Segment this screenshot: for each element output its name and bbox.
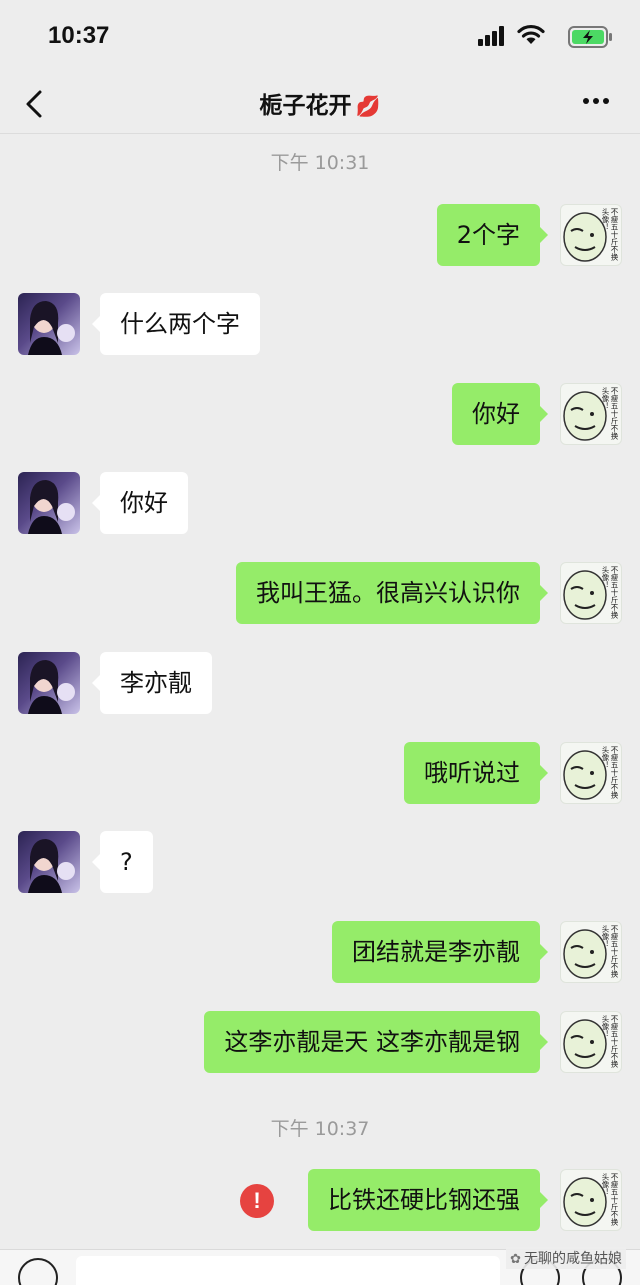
message-bubble-sent[interactable]: 比铁还硬比钢还强	[308, 1169, 548, 1231]
message-bubble-received[interactable]: 李亦靓	[92, 652, 212, 714]
message-bubble-sent[interactable]: 这李亦靓是天 这李亦靓是钢	[204, 1011, 548, 1073]
contact-avatar[interactable]	[18, 472, 80, 534]
girl-photo-avatar-icon	[28, 839, 75, 893]
contact-avatar[interactable]	[18, 831, 80, 893]
battery-charging-icon	[568, 26, 612, 48]
message-bubble-received[interactable]: 你好	[92, 472, 188, 534]
message-sent-failed: ! 比铁还硬比钢还强 不瘦五十斤不换头像！	[0, 1169, 640, 1235]
message-sent: 这李亦靓是天 这李亦靓是钢 不瘦五十斤不换头像！	[0, 1011, 640, 1077]
send-failed-icon[interactable]: !	[240, 1184, 274, 1218]
avatar-caption: 不瘦五十斤不换头像！	[601, 746, 619, 799]
message-bubble-received[interactable]: ?	[92, 831, 153, 893]
message-bubble-sent[interactable]: 你好	[452, 383, 548, 445]
message-received: 你好	[0, 472, 640, 538]
my-avatar[interactable]: 不瘦五十斤不换头像！	[560, 383, 622, 445]
my-avatar[interactable]: 不瘦五十斤不换头像！	[560, 1011, 622, 1073]
my-avatar[interactable]: 不瘦五十斤不换头像！	[560, 921, 622, 983]
avatar-caption: 不瘦五十斤不换头像！	[601, 387, 619, 440]
my-avatar[interactable]: 不瘦五十斤不换头像！	[560, 562, 622, 624]
nav-bar: 栀子花开 💋	[0, 72, 640, 134]
signal-icon	[478, 26, 504, 46]
my-avatar[interactable]: 不瘦五十斤不换头像！	[560, 742, 622, 804]
chat-title: 栀子花开 💋	[0, 86, 640, 120]
message-bubble-received[interactable]: 什么两个字	[92, 293, 260, 355]
status-icons	[414, 24, 614, 48]
message-bubble-sent[interactable]: 团结就是李亦靓	[332, 921, 548, 983]
message-sent: 团结就是李亦靓 不瘦五十斤不换头像！	[0, 921, 640, 987]
avatar-caption: 不瘦五十斤不换头像！	[601, 566, 619, 619]
avatar-caption: 不瘦五十斤不换头像！	[601, 925, 619, 978]
more-button[interactable]	[576, 86, 616, 116]
contact-avatar[interactable]	[18, 293, 80, 355]
wifi-icon	[517, 24, 545, 44]
message-list[interactable]: 下午 10:31 2个字 不瘦五十斤不换头像！ 什么两个字 你好 不瘦五十斤不换…	[0, 134, 640, 1249]
my-avatar[interactable]: 不瘦五十斤不换头像！	[560, 1169, 622, 1231]
avatar-caption: 不瘦五十斤不换头像！	[601, 1015, 619, 1068]
girl-photo-avatar-icon	[28, 301, 75, 355]
message-sent: 2个字 不瘦五十斤不换头像！	[0, 204, 640, 270]
timestamp: 下午 10:37	[270, 1118, 370, 1140]
my-avatar[interactable]: 不瘦五十斤不换头像！	[560, 204, 622, 266]
timestamp: 下午 10:31	[270, 152, 370, 174]
message-received: 什么两个字	[0, 293, 640, 359]
chat-title-text: 栀子花开	[259, 93, 352, 119]
message-bubble-sent[interactable]: 我叫王猛。很高兴认识你	[236, 562, 548, 624]
message-received: 李亦靓	[0, 652, 640, 718]
avatar-caption: 不瘦五十斤不换头像！	[601, 1173, 619, 1226]
contact-avatar[interactable]	[18, 652, 80, 714]
lips-emoji-icon: 💋	[355, 94, 381, 118]
wechat-icon: ✿	[510, 1252, 521, 1267]
avatar-caption: 不瘦五十斤不换头像！	[601, 208, 619, 261]
message-sent: 你好 不瘦五十斤不换头像！	[0, 383, 640, 449]
girl-photo-avatar-icon	[28, 480, 75, 534]
message-received: ?	[0, 831, 640, 897]
watermark: ✿ 无聊的咸鱼姑娘	[506, 1247, 626, 1269]
message-bubble-sent[interactable]: 2个字	[436, 204, 549, 266]
message-input[interactable]	[76, 1256, 500, 1285]
more-dots-icon	[583, 98, 609, 104]
girl-photo-avatar-icon	[28, 660, 75, 714]
message-bubble-sent[interactable]: 哦听说过	[404, 742, 548, 804]
voice-button[interactable]	[18, 1258, 58, 1285]
message-sent: 哦听说过 不瘦五十斤不换头像！	[0, 742, 640, 808]
watermark-text: 无聊的咸鱼姑娘	[524, 1251, 622, 1267]
message-sent: 我叫王猛。很高兴认识你 不瘦五十斤不换头像！	[0, 562, 640, 628]
status-bar: 10:37	[0, 0, 640, 72]
status-time: 10:37	[48, 22, 110, 49]
